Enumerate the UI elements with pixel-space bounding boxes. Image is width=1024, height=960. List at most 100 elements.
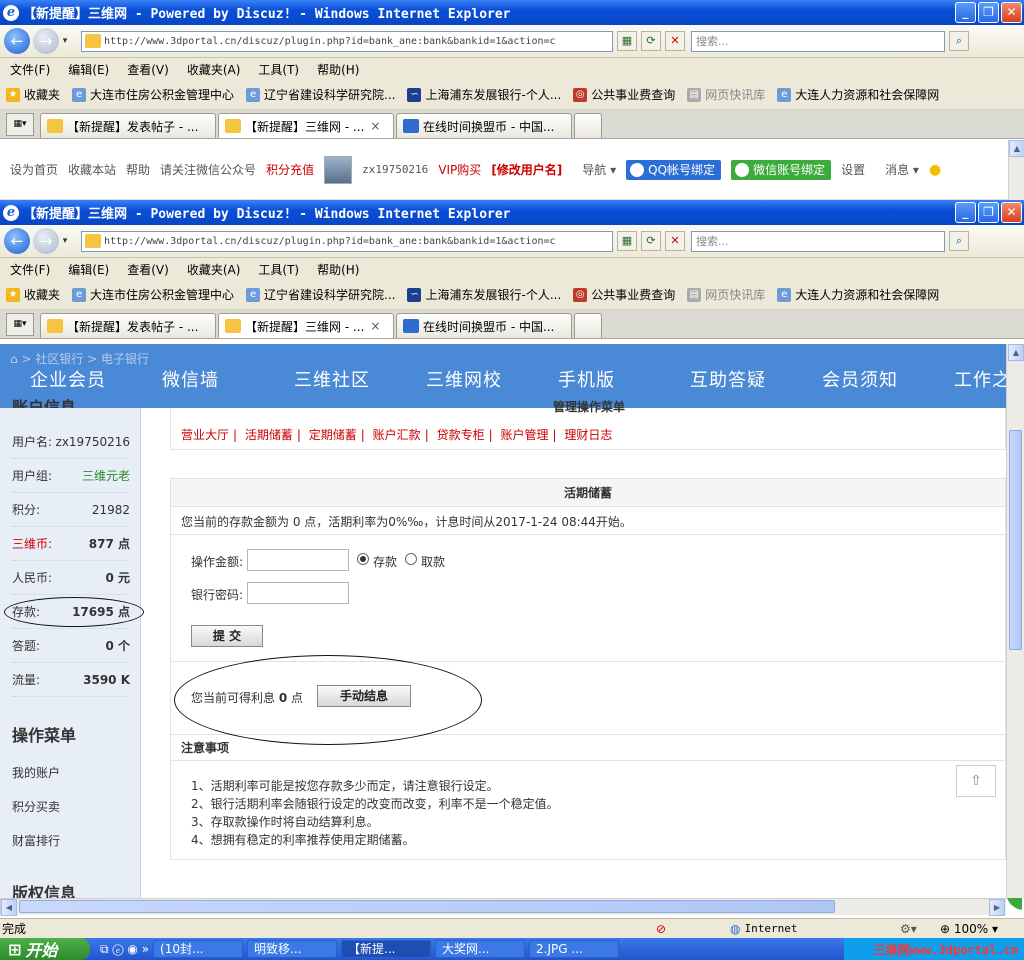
search-input[interactable]: 搜索... — [691, 30, 945, 52]
back-button[interactable]: ← — [4, 28, 30, 54]
compat-view-icon[interactable]: ▦ — [617, 231, 637, 251]
stop-icon[interactable]: ✕ — [665, 231, 685, 251]
amount-input[interactable] — [247, 549, 349, 571]
task-item[interactable]: 大奖网... — [435, 940, 526, 958]
wechat-bind-button[interactable]: 微信账号绑定 — [731, 159, 832, 180]
menu-file[interactable]: 文件(F) — [10, 61, 50, 78]
tab-post[interactable]: 【新提醒】发表帖子 - ... — [40, 313, 216, 338]
sidebar-item-my-account[interactable]: 我的账户 — [12, 764, 60, 781]
bank-password-input[interactable] — [247, 582, 349, 604]
tab-post[interactable]: 【新提醒】发表帖子 - ... — [40, 113, 216, 138]
search-input[interactable]: 搜索... — [691, 230, 945, 252]
vip-link[interactable]: VIP购买 — [438, 161, 481, 178]
history-dropdown-icon[interactable]: ▾ — [59, 236, 71, 246]
restore-button[interactable]: ❐ — [978, 202, 999, 223]
window-titlebar[interactable]: e 【新提醒】三维网 - Powered by Discuz! - Window… — [0, 0, 1024, 25]
favorite-link[interactable]: e 大连人力资源和社会保障网 — [777, 86, 939, 103]
favorite-link[interactable]: e 辽宁省建设科学研究院... — [246, 286, 395, 303]
close-button[interactable]: ✕ — [1001, 202, 1022, 223]
tab-3dportal[interactable]: 【新提醒】三维网 - ... × — [218, 113, 394, 138]
sidebar-item-wealth-rank[interactable]: 财富排行 — [12, 832, 60, 849]
favorite-link[interactable]: ▤ 网页快讯库 — [687, 86, 765, 103]
history-dropdown-icon[interactable]: ▾ — [59, 36, 71, 46]
tab-online-time[interactable]: 在线时间换盟币 - 中国... — [396, 113, 572, 138]
menu-link-transfer[interactable]: 账户汇款 — [373, 428, 421, 442]
favorite-link[interactable]: ▤ 网页快讯库 — [687, 286, 765, 303]
favorite-link[interactable]: e 大连人力资源和社会保障网 — [777, 286, 939, 303]
nav-dropdown[interactable]: 导航 ▾ — [572, 161, 616, 178]
nav-item-enterprise[interactable]: 企业会员 — [30, 366, 162, 392]
tab-close-icon[interactable]: × — [370, 119, 380, 133]
username-link[interactable]: zx19750216 — [362, 163, 428, 176]
favorite-link[interactable]: ◎ 公共事业费查询 — [573, 286, 675, 303]
search-icon[interactable]: ⌕ — [949, 31, 969, 51]
lightbulb-icon[interactable]: ● — [929, 162, 941, 178]
quick-tabs-icon[interactable]: ▦▾ — [6, 113, 34, 136]
menu-file[interactable]: 文件(F) — [10, 261, 50, 278]
menu-help[interactable]: 帮助(H) — [317, 261, 359, 278]
address-input[interactable]: http://www.3dportal.cn/discuz/plugin.php… — [81, 230, 613, 252]
quicklaunch-icons[interactable]: ⧉ ⓔ ◉ » — [100, 942, 149, 957]
scroll-thumb[interactable] — [1009, 430, 1022, 650]
set-homepage-link[interactable]: 设为首页 — [10, 161, 58, 178]
minimize-button[interactable]: _ — [955, 2, 976, 23]
menu-view[interactable]: 查看(V) — [127, 61, 169, 78]
h-scroll-thumb[interactable] — [19, 900, 835, 913]
window-titlebar-front[interactable]: e 【新提醒】三维网 - Powered by Discuz! - Window… — [0, 200, 1024, 225]
menu-tools[interactable]: 工具(T) — [258, 261, 299, 278]
favorite-link[interactable]: ◎ 公共事业费查询 — [573, 86, 675, 103]
task-item[interactable]: 明致移... — [247, 940, 338, 958]
protected-mode-icon[interactable]: ⚙▾ — [900, 922, 917, 936]
favorite-link[interactable]: e 大连市住房公积金管理中心 — [72, 86, 234, 103]
recharge-link[interactable]: 积分充值 — [266, 161, 314, 178]
menu-edit[interactable]: 编辑(E) — [68, 61, 109, 78]
bookmark-link[interactable]: 收藏本站 — [68, 161, 116, 178]
favorites-button[interactable]: ★ 收藏夹 — [6, 286, 60, 303]
withdraw-radio[interactable] — [405, 553, 417, 565]
forward-button[interactable]: → — [33, 228, 59, 254]
nav-item-school[interactable]: 三维网校 — [426, 366, 558, 392]
refresh-icon[interactable]: ⟳ — [641, 231, 661, 251]
menu-link-current[interactable]: 活期储蓄 — [245, 428, 293, 442]
scroll-left-icon[interactable]: ◀ — [1, 899, 17, 916]
nav-item-mobile[interactable]: 手机版 — [558, 366, 690, 392]
quick-tabs-icon[interactable]: ▦▾ — [6, 313, 34, 336]
menu-help[interactable]: 帮助(H) — [317, 61, 359, 78]
new-tab-button[interactable] — [574, 313, 602, 338]
menu-link-fixed[interactable]: 定期储蓄 — [309, 428, 357, 442]
zoom-dropdown[interactable]: ⊕ 100% ▾ — [940, 922, 998, 936]
submit-button[interactable]: 提 交 — [191, 625, 263, 647]
nav-item-rules[interactable]: 会员须知 — [822, 366, 954, 392]
compat-view-icon[interactable]: ▦ — [617, 31, 637, 51]
sidebar-item-points-trade[interactable]: 积分买卖 — [12, 798, 60, 815]
menu-link-hall[interactable]: 营业大厅 — [181, 428, 229, 442]
avatar[interactable] — [324, 155, 353, 184]
favorite-link[interactable]: e 大连市住房公积金管理中心 — [72, 286, 234, 303]
scroll-right-icon[interactable]: ▶ — [989, 899, 1005, 916]
settings-link[interactable]: 设置 — [841, 161, 865, 178]
search-icon[interactable]: ⌕ — [949, 231, 969, 251]
task-item[interactable]: (10封... — [153, 940, 244, 958]
tab-online-time[interactable]: 在线时间换盟币 - 中国... — [396, 313, 572, 338]
favorite-link[interactable]: ∽ 上海浦东发展银行-个人... — [407, 86, 561, 103]
menu-link-account[interactable]: 账户管理 — [500, 428, 548, 442]
start-button[interactable]: ⊞ 开始 — [0, 938, 90, 960]
horizontal-scrollbar[interactable]: ◀ ▶ — [0, 898, 1006, 916]
close-button[interactable]: ✕ — [1001, 2, 1022, 23]
forward-button[interactable]: → — [33, 28, 59, 54]
tab-3dportal[interactable]: 【新提醒】三维网 - ... × — [218, 313, 394, 338]
menu-link-loan[interactable]: 贷款专柜 — [437, 428, 485, 442]
breadcrumb[interactable]: ⌂ > 社区银行 > 电子银行 — [10, 350, 149, 367]
messages-dropdown[interactable]: 消息 ▾ — [875, 161, 919, 178]
task-item[interactable]: 【新提... — [341, 940, 432, 958]
stop-icon[interactable]: ✕ — [665, 31, 685, 51]
help-link[interactable]: 帮助 — [126, 161, 150, 178]
popup-blocker-icon[interactable]: ⊘ — [656, 922, 666, 936]
address-input[interactable]: http://www.3dportal.cn/discuz/plugin.php… — [81, 30, 613, 52]
deposit-radio[interactable] — [357, 553, 369, 565]
tab-close-icon[interactable]: × — [370, 319, 380, 333]
restore-button[interactable]: ❐ — [978, 2, 999, 23]
refresh-icon[interactable]: ⟳ — [641, 31, 661, 51]
back-to-top-icon[interactable]: ⇧ — [956, 765, 996, 797]
back-button[interactable]: ← — [4, 228, 30, 254]
